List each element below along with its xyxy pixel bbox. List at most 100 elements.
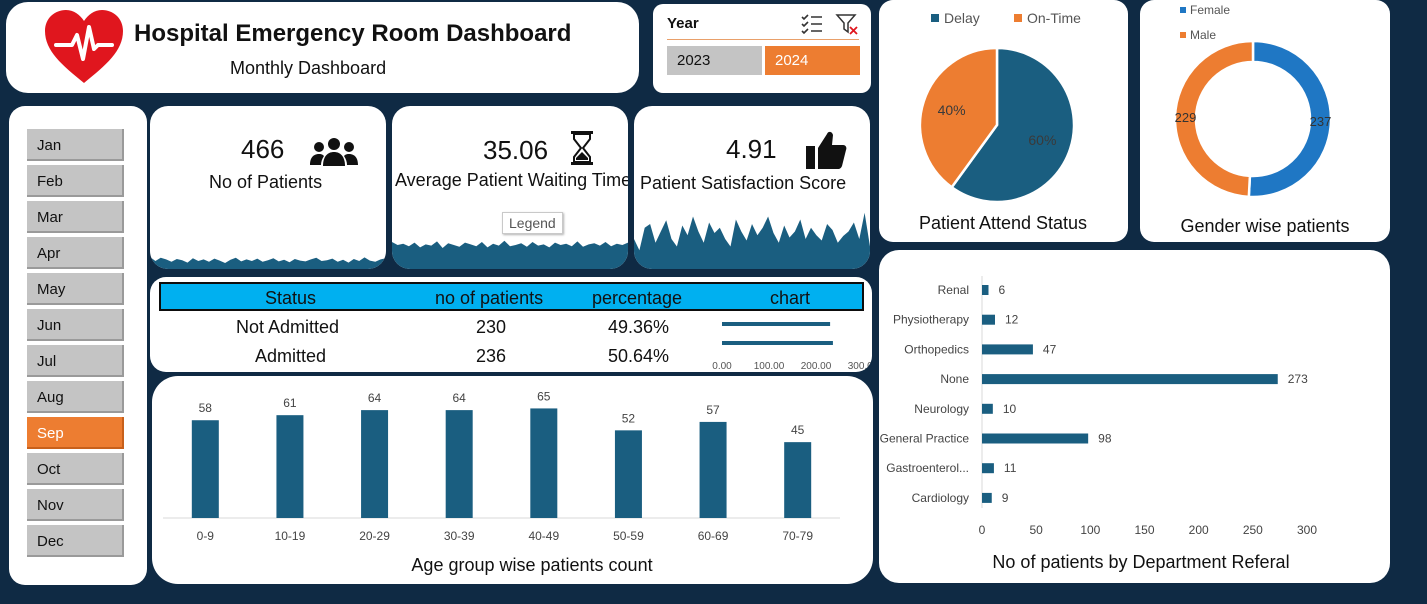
dept-bar-value-label: 9 (1002, 491, 1009, 505)
department-referral-chart-card: Renal 6 Physiotherapy 12 Orthopedics 47 None 27… (879, 250, 1390, 583)
dept-x-tick-label: 100 (1080, 523, 1100, 537)
dept-bar-value-label: 47 (1043, 342, 1057, 356)
status-mini-bar (722, 341, 833, 345)
age-bar-value-label: 64 (453, 391, 467, 405)
dept-bar (982, 433, 1089, 444)
gender-chart-title: Gender wise patients (1180, 216, 1349, 236)
age-category-label: 60-69 (698, 529, 729, 543)
attend-legend-swatch (1014, 14, 1022, 22)
status-mini-bar (722, 322, 831, 326)
kpi-waiting-value: 35.06 (483, 135, 549, 165)
row-admitted-count: 236 (476, 346, 507, 366)
gender-slice-label: 237 (1310, 114, 1332, 129)
dept-category-label: Physiotherapy (893, 313, 969, 327)
month-option-sep[interactable]: Sep (27, 417, 124, 449)
dept-bar (982, 344, 1033, 355)
age-bar (276, 415, 304, 518)
gender-legend-label: Female (1190, 3, 1230, 17)
row-not-admitted-percentage: 49.36% (608, 317, 670, 337)
dept-category-label: Neurology (914, 402, 969, 416)
dept-bar (982, 285, 989, 295)
dept-bar (982, 492, 992, 503)
month-option-aug[interactable]: Aug (27, 381, 124, 413)
month-option-jul[interactable]: Jul (27, 345, 124, 377)
attend-slice-label: 60% (1028, 132, 1056, 148)
month-option-nov[interactable]: Nov (27, 489, 124, 521)
year-option-2023[interactable]: 2023 (667, 46, 762, 75)
column-header-status: Status (265, 288, 317, 308)
attend-legend-swatch (931, 14, 939, 22)
table-header-row: Status no of patients percentage chart (159, 282, 864, 311)
age-category-label: 40-49 (528, 529, 559, 543)
dept-bar (982, 403, 993, 414)
status-mini-tick-label: 300.00 (848, 361, 872, 372)
row-admitted-status: Admitted (255, 346, 327, 366)
kpi-waiting-label: Average Patient Waiting Time (395, 170, 628, 190)
attend-status-chart-card: Delay On-Time 60% 40% Patient Attend Status (879, 0, 1128, 242)
thumbs-up-icon (806, 131, 847, 169)
age-bar-value-label: 45 (791, 423, 805, 437)
age-category-label: 30-39 (444, 529, 475, 543)
clear-filter-icon[interactable] (835, 12, 859, 36)
age-category-label: 70-79 (782, 529, 813, 543)
column-header-count: no of patients (435, 288, 544, 308)
month-option-oct[interactable]: Oct (27, 453, 124, 485)
people-icon (310, 138, 358, 166)
dept-bar-value-label: 11 (1004, 461, 1017, 475)
multi-select-icon[interactable] (800, 13, 824, 35)
header-card: Hospital Emergency Room Dashboard Monthl… (6, 2, 639, 93)
month-option-jun[interactable]: Jun (27, 309, 124, 341)
page-title: Hospital Emergency Room Dashboard (134, 20, 572, 47)
kpi-satisfaction-label: Patient Satisfaction Score (640, 173, 847, 193)
age-bar-value-label: 58 (199, 401, 213, 415)
age-category-label: 20-29 (359, 529, 390, 543)
column-header-chart: chart (770, 288, 811, 308)
gender-legend-swatch (1180, 32, 1186, 38)
dept-bar-value-label: 98 (1098, 432, 1112, 446)
legend-tooltip: Legend (502, 212, 563, 234)
month-option-dec[interactable]: Dec (27, 525, 124, 557)
kpi-card-waiting-time: 35.06 Average Patient Waiting Time Legen… (392, 106, 628, 269)
heart-pulse-icon (45, 10, 123, 83)
attend-legend-label: On-Time (1027, 10, 1081, 26)
kpi-card-satisfaction: 4.91 Patient Satisfaction Score (634, 106, 870, 269)
dept-x-tick-label: 300 (1297, 523, 1317, 537)
gender-donut-chart: Female Male 237 229 Gender wise patients (1173, 3, 1350, 236)
kpi-satisfaction-value: 4.91 (726, 134, 777, 164)
year-slicer-divider (667, 39, 859, 40)
kpi-patients-value: 466 (241, 134, 285, 164)
year-option-2024[interactable]: 2024 (765, 46, 860, 75)
age-category-label: 50-59 (613, 529, 644, 543)
month-option-feb[interactable]: Feb (27, 165, 124, 197)
dept-bar (982, 314, 995, 325)
attend-chart-title: Patient Attend Status (919, 213, 1087, 233)
page-subtitle: Monthly Dashboard (230, 58, 387, 78)
month-option-apr[interactable]: Apr (27, 237, 124, 269)
gender-legend-swatch (1180, 7, 1186, 13)
age-bar-value-label: 61 (283, 396, 297, 410)
kpi-patients-label: No of Patients (209, 172, 323, 192)
status-mini-tick-label: 200.00 (801, 361, 832, 372)
age-group-bar-chart: 58 0-9 61 10-19 64 20-29 64 30-39 65 40-49 52 50-59… (163, 389, 840, 575)
gender-legend-label: Male (1190, 28, 1216, 42)
status-mini-bar-chart: 0.00 100.00 200.00 300.00 (712, 322, 872, 372)
age-bar-value-label: 65 (537, 389, 551, 403)
row-not-admitted-count: 230 (476, 317, 507, 337)
age-bar (530, 408, 558, 518)
age-group-chart-card: 58 0-9 61 10-19 64 20-29 64 30-39 65 40-49 52 50-59… (152, 376, 873, 584)
dept-category-label: Gastroenterol... (886, 461, 969, 475)
age-bar (445, 410, 473, 518)
month-option-may[interactable]: May (27, 273, 124, 305)
age-chart-title: Age group wise patients count (411, 555, 652, 575)
dept-x-tick-label: 200 (1189, 523, 1209, 537)
dept-bar-value-label: 10 (1003, 402, 1017, 416)
dept-bar-value-label: 273 (1288, 372, 1308, 386)
hourglass-icon (571, 131, 593, 165)
sparkline-area (392, 240, 628, 269)
month-option-jan[interactable]: Jan (27, 129, 124, 161)
age-bar (614, 430, 642, 518)
dept-chart-title: No of patients by Department Referal (992, 552, 1289, 572)
month-option-mar[interactable]: Mar (27, 201, 124, 233)
row-admitted-percentage: 50.64% (608, 346, 670, 366)
gender-chart-card: Female Male 237 229 Gender wise patients (1140, 0, 1390, 242)
